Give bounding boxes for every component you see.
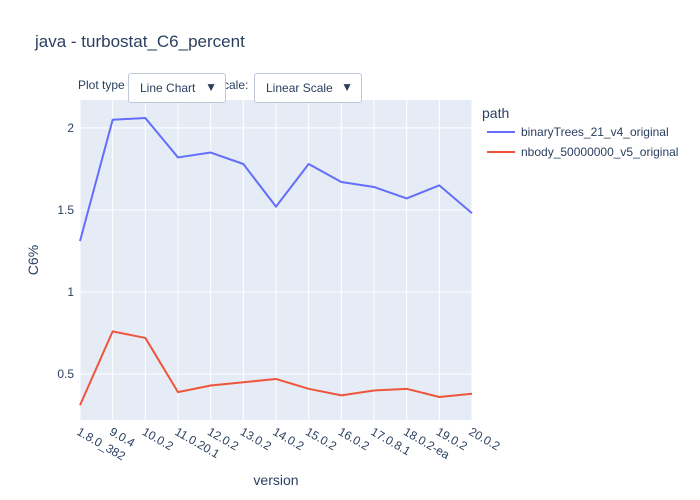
legend-label: nbody_50000000_v5_original: [521, 145, 678, 159]
chevron-down-icon: ▼: [341, 80, 353, 94]
plot-type-value: Line Chart: [140, 81, 196, 95]
legend-label: binaryTrees_21_v4_original: [521, 125, 669, 139]
x-tick-label: 15.0.2: [303, 424, 339, 453]
legend-item[interactable]: binaryTrees_21_v4_original: [487, 125, 669, 139]
x-axis-title: version: [253, 472, 298, 488]
y-tick-label: 0.5: [57, 367, 74, 381]
y-axis-title: C6%: [25, 245, 41, 275]
x-tick-label: 10.0.2: [140, 424, 176, 453]
y-tick-label: 1: [67, 285, 74, 299]
legend[interactable]: path binaryTrees_21_v4_original nbody_500…: [482, 105, 678, 159]
y-tick-label: 1.5: [57, 203, 74, 217]
plot-type-label: Plot type: [78, 78, 125, 92]
scale-value: Linear Scale: [266, 81, 333, 95]
legend-item[interactable]: nbody_50000000_v5_original: [487, 145, 678, 159]
legend-title: path: [482, 105, 509, 121]
scale-dropdown[interactable]: Linear Scale ▼: [254, 73, 362, 103]
chevron-down-icon: ▼: [205, 80, 217, 94]
x-tick-label: 20.0.2: [467, 424, 503, 453]
plot-type-dropdown[interactable]: Line Chart ▼: [128, 73, 226, 103]
x-tick-label: 16.0.2: [336, 424, 372, 453]
x-tick-label: 14.0.2: [271, 424, 307, 453]
y-tick-label: 2: [67, 121, 74, 135]
x-tick-label: 13.0.2: [238, 424, 274, 453]
